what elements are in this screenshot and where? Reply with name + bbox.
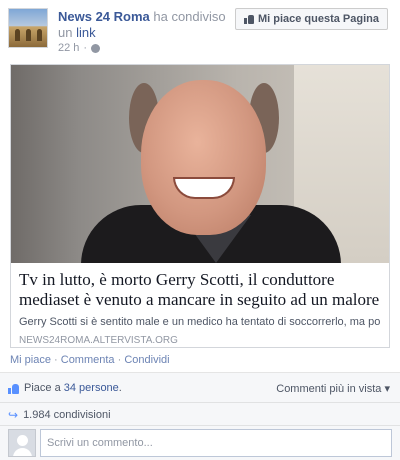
action-separator: · — [50, 354, 61, 366]
link-description: Gerry Scotti si è sentito male e un medi… — [19, 316, 381, 328]
avatar-arch — [37, 29, 42, 41]
link-text: Tv in lutto, è morto Gerry Scotti, il co… — [11, 263, 389, 353]
user-avatar — [8, 429, 36, 457]
likes-suffix: . — [118, 382, 122, 394]
like-action[interactable]: Mi piace — [10, 354, 51, 366]
chevron-down-icon: ▾ — [384, 383, 390, 395]
page-avatar[interactable] — [8, 8, 48, 48]
comment-sort-dropdown[interactable]: Commenti più in vista ▾ — [276, 382, 390, 395]
image-face — [141, 80, 266, 235]
like-page-label: Mi piace questa Pagina — [257, 13, 379, 25]
likes-prefix: Piace a — [24, 382, 64, 394]
action-separator: · — [114, 354, 125, 366]
post-actions: Mi piace · Commenta · Condividi — [10, 354, 170, 366]
thumb-up-icon — [8, 383, 19, 394]
avatar-arch — [15, 29, 20, 41]
link-domain: NEWS24ROMA.ALTERVISTA.ORG — [19, 335, 178, 346]
like-page-button[interactable]: Mi piace questa Pagina — [234, 8, 388, 30]
avatar-arch — [26, 29, 31, 41]
comment-composer — [0, 427, 400, 460]
link-object-link[interactable]: link — [76, 25, 96, 40]
post-timestamp[interactable]: 22 h — [58, 42, 79, 54]
likes-text: Piace a 34 persone. — [24, 382, 122, 394]
comment-action[interactable]: Commenta — [61, 354, 115, 366]
share-action[interactable]: Condividi — [124, 354, 169, 366]
thumb-up-icon — [243, 14, 254, 24]
globe-icon[interactable] — [91, 43, 101, 53]
meta-separator: · — [83, 42, 88, 54]
post-title-line: News 24 Roma ha condiviso un link — [58, 9, 233, 41]
likes-row: Piace a 34 persone. Commenti più in vist… — [0, 373, 400, 403]
likes-count-link[interactable]: 34 persone — [64, 382, 119, 394]
post-header: News 24 Roma ha condiviso un link 22 h ·… — [0, 0, 400, 58]
page-name-link[interactable]: News 24 Roma — [58, 9, 150, 24]
comment-sort-label: Commenti più in vista — [276, 383, 382, 395]
likes-summary: Piace a 34 persone. — [8, 382, 122, 394]
share-arrow-icon: ↪ — [8, 408, 19, 422]
shares-row: ↪ 1.984 condivisioni — [0, 404, 400, 426]
shares-count: 1.984 condivisioni — [23, 409, 111, 421]
link-title[interactable]: Tv in lutto, è morto Gerry Scotti, il co… — [19, 270, 381, 310]
shares-summary[interactable]: ↪ 1.984 condivisioni — [8, 408, 111, 422]
post-meta: 22 h · — [58, 42, 101, 54]
link-card[interactable]: Tv in lutto, è morto Gerry Scotti, il co… — [10, 64, 390, 348]
feedback-panel: Piace a 34 persone. Commenti più in vist… — [0, 372, 400, 460]
comment-input[interactable] — [40, 429, 392, 457]
link-image[interactable] — [11, 65, 389, 263]
